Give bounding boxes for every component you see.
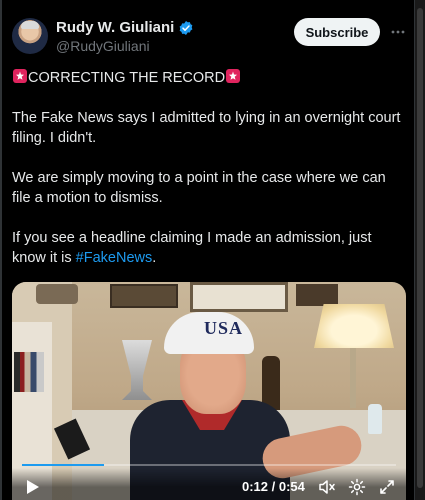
window-border <box>0 0 2 500</box>
tweet-text: CORRECTING THE RECORD The Fake News says… <box>12 68 407 288</box>
play-icon[interactable] <box>26 479 40 495</box>
video-frame <box>14 352 44 392</box>
video-frame <box>110 284 178 308</box>
settings-icon[interactable] <box>348 478 366 496</box>
more-options-icon[interactable] <box>390 24 406 40</box>
mute-icon[interactable] <box>318 478 336 496</box>
police-siren-icon <box>12 68 28 84</box>
tweet-headline: CORRECTING THE RECORD <box>12 68 407 88</box>
paragraph-text: If you see a headline claiming I made an… <box>12 230 372 266</box>
tweet-window: Rudy W. Giuliani @RudyGiuliani Subscribe <box>0 0 425 500</box>
video-frame <box>314 304 394 348</box>
video-frame <box>122 340 152 400</box>
tweet-paragraph: If you see a headline claiming I made an… <box>12 228 407 268</box>
subscribe-button[interactable]: Subscribe <box>294 18 380 46</box>
avatar[interactable] <box>12 18 48 54</box>
author-display-name[interactable]: Rudy W. Giuliani <box>56 19 174 36</box>
tweet-paragraph: We are simply moving to a point in the c… <box>12 170 386 206</box>
video-progress-bar[interactable] <box>22 464 396 466</box>
verified-badge-icon[interactable] <box>178 20 194 36</box>
author-handle[interactable]: @RudyGiuliani <box>56 38 194 54</box>
name-row: Rudy W. Giuliani <box>56 19 194 36</box>
video-frame <box>350 348 356 408</box>
tweet-paragraph: The Fake News says I admitted to lying i… <box>12 110 401 146</box>
video-progress-fill <box>22 464 105 466</box>
scrollbar-thumb[interactable] <box>417 8 423 488</box>
video-time: 0:12 / 0:54 <box>242 479 305 494</box>
video-frame <box>36 284 78 304</box>
video-controls-bar <box>12 468 406 500</box>
cap-lettering: USA <box>204 318 244 338</box>
author-block: Rudy W. Giuliani @RudyGiuliani <box>56 19 194 54</box>
video-frame <box>190 282 288 312</box>
headline-text: CORRECTING THE RECORD <box>28 70 226 86</box>
video-frame <box>368 404 382 434</box>
video-frame <box>296 284 338 306</box>
video-player[interactable]: USA 0:12 / 0:54 <box>12 282 406 500</box>
police-siren-icon <box>225 68 241 84</box>
fullscreen-icon[interactable] <box>378 478 396 496</box>
tweet-header: Rudy W. Giuliani @RudyGiuliani Subscribe <box>12 16 407 56</box>
scrollbar[interactable] <box>415 0 425 500</box>
hashtag-link[interactable]: #FakeNews <box>76 250 153 266</box>
paragraph-text: . <box>152 250 157 266</box>
